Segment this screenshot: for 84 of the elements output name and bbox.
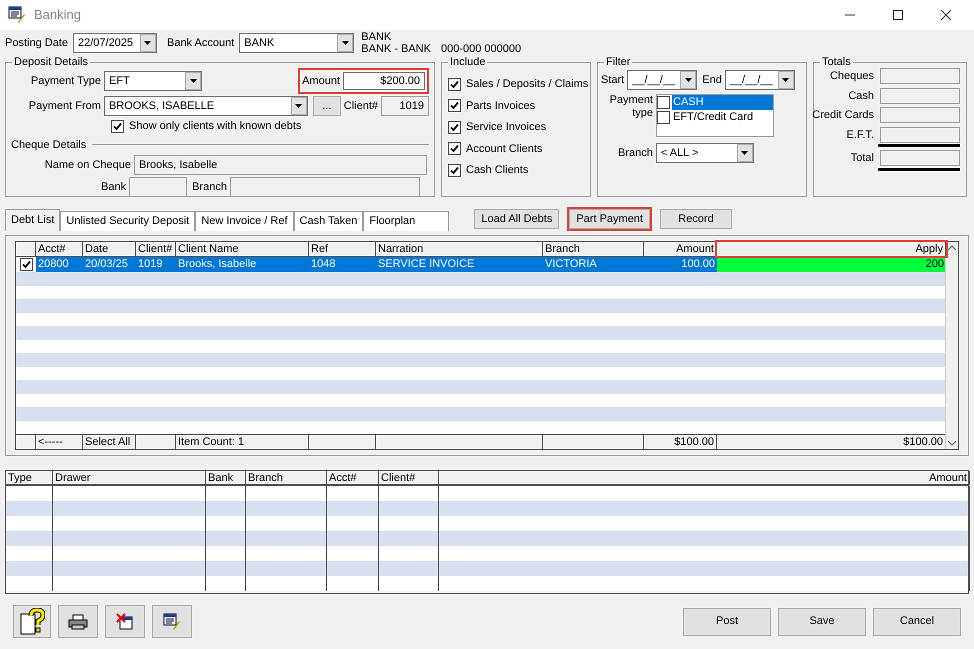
bank-code-text: 000-000 000000 (440, 43, 522, 55)
column-header[interactable]: Type (6, 471, 53, 485)
start-label: Start (601, 72, 624, 88)
branch-label: Branch (618, 146, 653, 161)
footer-cell: <----- (36, 435, 83, 449)
column-header[interactable]: Client# (136, 242, 176, 256)
posting-date-label: Posting Date (5, 36, 68, 51)
payment-type-label: Payment Type (30, 74, 101, 89)
include-option-label: Sales / Deposits / Claims (466, 77, 588, 92)
total-label: Cheques (830, 69, 874, 84)
payment-type-dropdown[interactable]: EFT (104, 71, 202, 91)
total-label: Cash (848, 88, 874, 104)
payment-from-dropdown[interactable]: BROOKS, ISABELLE (104, 96, 308, 116)
column-header[interactable]: Client Name (176, 242, 309, 256)
table-cell-text: 20/03/25 (84, 257, 129, 272)
table-cell-text: Brooks, Isabelle (177, 257, 258, 272)
known-debts-label: Show only clients with known debts (129, 119, 302, 134)
total-label: Total (850, 151, 874, 166)
include-option-label: Service Invoices (466, 120, 546, 135)
bank-account-dropdown[interactable]: BANK (239, 33, 354, 53)
column-header[interactable]: Acct# (327, 471, 379, 485)
table-cell-text: 20800 (37, 257, 70, 272)
dialog-button[interactable]: Save (778, 608, 866, 636)
window-title: Banking (34, 6, 82, 24)
column-header[interactable]: Client# (379, 471, 439, 485)
client-field: 1019 (381, 96, 429, 116)
table-cell-text: SERVICE INVOICE (377, 257, 476, 272)
table-cell-text: VICTORIA (544, 257, 598, 272)
tab[interactable]: Debt List (5, 209, 60, 231)
end-label: End (702, 72, 722, 88)
column-header[interactable]: Bank (206, 471, 246, 485)
table-cell-text: 1019 (137, 257, 164, 272)
total-label: E.F.T. (846, 128, 874, 142)
payment-type-label: Payment (610, 94, 653, 107)
amount-label: Amount (302, 74, 340, 89)
end-date-field[interactable]: __/__/__ (724, 70, 795, 90)
posting-date-field[interactable]: 22/07/2025 (72, 33, 157, 53)
table-row[interactable]: 20800 20/03/25 1019 Brooks, Isabelle 1048 SERVICE INVOICE VICTORIA 100.00 200 (16, 257, 945, 272)
bank-name-text: BANK (361, 31, 392, 43)
table-cell-text: 1048 (310, 257, 336, 272)
browse-button[interactable]: ... (312, 96, 341, 116)
branch-dropdown[interactable]: < ALL > (656, 143, 754, 163)
tab[interactable]: Floorplan (363, 211, 450, 231)
column-header[interactable]: Drawer (53, 471, 206, 485)
payment-type-label: type (632, 107, 653, 120)
bank-label: Bank (101, 180, 126, 195)
include-option-label: Account Clients (466, 142, 542, 156)
branch-label: Branch (192, 180, 227, 195)
footer-cell: Item Count: 1 (176, 435, 309, 449)
column-header[interactable]: Amount (644, 242, 717, 256)
name-on-cheque-label: Name on Cheque (44, 158, 131, 173)
column-header[interactable]: Branch (246, 471, 327, 485)
tab[interactable]: Cash Taken (294, 211, 364, 231)
payment-from-label: Payment From (28, 98, 101, 114)
column-header[interactable]: Acct# (36, 242, 83, 256)
column-header[interactable]: Date (83, 242, 136, 256)
cheque-details-label: Cheque Details (11, 138, 86, 152)
group-title: Deposit Details (12, 55, 90, 69)
tab[interactable]: New Invoice / Ref (195, 211, 294, 231)
action-button[interactable]: Part Payment (569, 209, 650, 229)
dialog-button[interactable]: Post (683, 608, 771, 636)
include-option-label: Cash Clients (466, 163, 528, 178)
bank-name-text: BANK - BANK (361, 43, 431, 55)
column-header[interactable]: Apply (717, 242, 946, 256)
amount-field[interactable]: $200.00 (343, 72, 425, 90)
column-header[interactable]: Narration (376, 242, 543, 256)
action-button[interactable]: Load All Debts (474, 209, 560, 229)
table-cell: 200 (717, 257, 946, 272)
footer-cell: Select All (83, 435, 136, 449)
column-header[interactable]: Branch (543, 242, 644, 256)
tab[interactable]: Unlisted Security Deposit (60, 211, 196, 231)
column-header[interactable]: Ref (309, 242, 376, 256)
total-label: Credit Cards (812, 108, 874, 123)
footer-cell: $100.00 (644, 435, 717, 449)
bank-account-label: Bank Account (166, 36, 234, 51)
table-cell-text: 100.00 (680, 257, 716, 272)
include-option-label: Parts Invoices (466, 98, 536, 114)
start-date-field[interactable]: __/__/__ (627, 70, 698, 90)
payment-type-item[interactable]: EFT/Credit Card (657, 110, 773, 125)
client-label: Client# (344, 98, 378, 114)
name-on-cheque-field: Brooks, Isabelle (134, 155, 427, 175)
action-button[interactable]: Record (660, 209, 732, 229)
dialog-button[interactable]: Cancel (873, 608, 961, 636)
column-header[interactable]: Amount (439, 471, 970, 485)
